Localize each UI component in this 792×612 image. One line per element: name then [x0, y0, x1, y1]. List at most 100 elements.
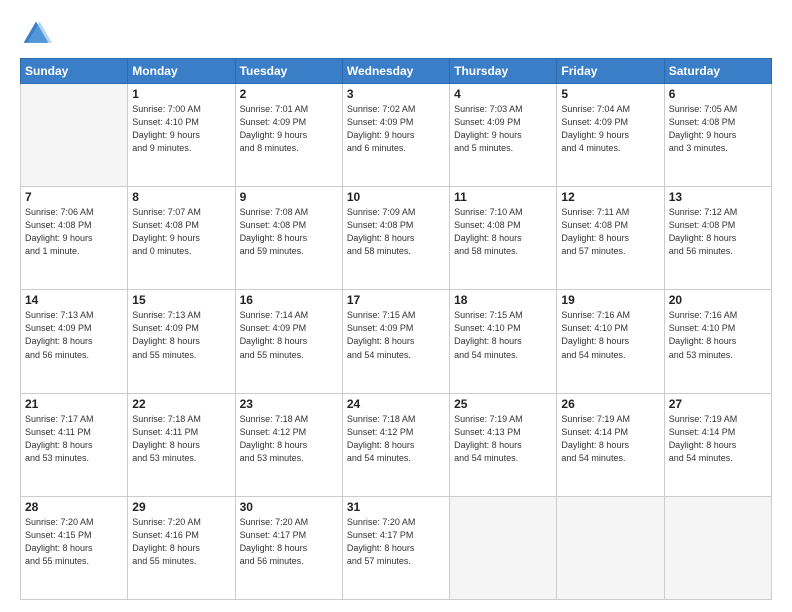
day-info: Sunrise: 7:08 AM Sunset: 4:08 PM Dayligh…	[240, 206, 338, 258]
day-cell: 15 Sunrise: 7:13 AM Sunset: 4:09 PM Dayli…	[128, 290, 235, 393]
day-cell: 6Sunrise: 7:05 AM Sunset: 4:08 PM Daylig…	[664, 84, 771, 187]
day-info: Sunrise: 7:15 AM Sunset: 4:09 PM Dayligh…	[347, 309, 445, 361]
day-cell: 24Sunrise: 7:18 AM Sunset: 4:12 PM Dayli…	[342, 393, 449, 496]
day-number: 2	[240, 87, 338, 101]
day-info: Sunrise: 7:20 AM Sunset: 4:17 PM Dayligh…	[347, 516, 445, 568]
day-cell: 19 Sunrise: 7:16 AM Sunset: 4:10 PM Dayli…	[557, 290, 664, 393]
day-cell: 31 Sunrise: 7:20 AM Sunset: 4:17 PM Dayli…	[342, 496, 449, 599]
day-cell: 5 Sunrise: 7:04 AM Sunset: 4:09 PM Daylig…	[557, 84, 664, 187]
day-info: Sunrise: 7:15 AM Sunset: 4:10 PM Dayligh…	[454, 309, 552, 361]
day-info: Sunrise: 7:20 AM Sunset: 4:17 PM Dayligh…	[240, 516, 338, 568]
day-cell: 10 Sunrise: 7:09 AM Sunset: 4:08 PM Dayli…	[342, 187, 449, 290]
weekday-header-row: SundayMondayTuesdayWednesdayThursdayFrid…	[21, 59, 772, 84]
day-info: Sunrise: 7:13 AM Sunset: 4:09 PM Dayligh…	[132, 309, 230, 361]
week-row-2: 7 Sunrise: 7:06 AM Sunset: 4:08 PM Daylig…	[21, 187, 772, 290]
day-cell: 2 Sunrise: 7:01 AM Sunset: 4:09 PM Daylig…	[235, 84, 342, 187]
day-number: 8	[132, 190, 230, 204]
day-number: 16	[240, 293, 338, 307]
day-number: 29	[132, 500, 230, 514]
day-number: 26	[561, 397, 659, 411]
day-cell: 27Sunrise: 7:19 AM Sunset: 4:14 PM Dayli…	[664, 393, 771, 496]
day-cell: 12Sunrise: 7:11 AM Sunset: 4:08 PM Dayli…	[557, 187, 664, 290]
day-number: 22	[132, 397, 230, 411]
day-number: 13	[669, 190, 767, 204]
day-info: Sunrise: 7:07 AM Sunset: 4:08 PM Dayligh…	[132, 206, 230, 258]
week-row-4: 21 Sunrise: 7:17 AM Sunset: 4:11 PM Dayli…	[21, 393, 772, 496]
day-cell: 1Sunrise: 7:00 AM Sunset: 4:10 PM Daylig…	[128, 84, 235, 187]
day-cell: 25 Sunrise: 7:19 AM Sunset: 4:13 PM Dayli…	[450, 393, 557, 496]
day-cell: 14Sunrise: 7:13 AM Sunset: 4:09 PM Dayli…	[21, 290, 128, 393]
day-cell: 4 Sunrise: 7:03 AM Sunset: 4:09 PM Daylig…	[450, 84, 557, 187]
day-info: Sunrise: 7:04 AM Sunset: 4:09 PM Dayligh…	[561, 103, 659, 155]
day-info: Sunrise: 7:18 AM Sunset: 4:12 PM Dayligh…	[240, 413, 338, 465]
day-number: 7	[25, 190, 123, 204]
day-number: 17	[347, 293, 445, 307]
day-number: 3	[347, 87, 445, 101]
day-cell	[557, 496, 664, 599]
day-info: Sunrise: 7:19 AM Sunset: 4:14 PM Dayligh…	[561, 413, 659, 465]
week-row-3: 14 Sunrise: 7:13 AM Sunset: 4:09 PM Dayli…	[21, 290, 772, 393]
weekday-header-saturday: Saturday	[664, 59, 771, 84]
day-cell	[664, 496, 771, 599]
day-info: Sunrise: 7:02 AM Sunset: 4:09 PM Dayligh…	[347, 103, 445, 155]
day-info: Sunrise: 7:12 AM Sunset: 4:08 PM Dayligh…	[669, 206, 767, 258]
day-cell: 22 Sunrise: 7:18 AM Sunset: 4:11 PM Dayli…	[128, 393, 235, 496]
day-number: 23	[240, 397, 338, 411]
logo-icon	[20, 18, 52, 50]
day-number: 18	[454, 293, 552, 307]
day-cell: 16 Sunrise: 7:14 AM Sunset: 4:09 PM Dayli…	[235, 290, 342, 393]
day-number: 5	[561, 87, 659, 101]
day-info: Sunrise: 7:14 AM Sunset: 4:09 PM Dayligh…	[240, 309, 338, 361]
day-cell: 13 Sunrise: 7:12 AM Sunset: 4:08 PM Dayli…	[664, 187, 771, 290]
day-info: Sunrise: 7:01 AM Sunset: 4:09 PM Dayligh…	[240, 103, 338, 155]
day-number: 14	[25, 293, 123, 307]
header	[20, 18, 772, 50]
day-info: Sunrise: 7:10 AM Sunset: 4:08 PM Dayligh…	[454, 206, 552, 258]
day-info: Sunrise: 7:17 AM Sunset: 4:11 PM Dayligh…	[25, 413, 123, 465]
day-info: Sunrise: 7:18 AM Sunset: 4:12 PM Dayligh…	[347, 413, 445, 465]
weekday-header-tuesday: Tuesday	[235, 59, 342, 84]
day-cell: 20Sunrise: 7:16 AM Sunset: 4:10 PM Dayli…	[664, 290, 771, 393]
day-number: 25	[454, 397, 552, 411]
day-cell: 7 Sunrise: 7:06 AM Sunset: 4:08 PM Daylig…	[21, 187, 128, 290]
day-info: Sunrise: 7:09 AM Sunset: 4:08 PM Dayligh…	[347, 206, 445, 258]
weekday-header-friday: Friday	[557, 59, 664, 84]
day-cell	[450, 496, 557, 599]
day-number: 21	[25, 397, 123, 411]
day-cell: 3 Sunrise: 7:02 AM Sunset: 4:09 PM Daylig…	[342, 84, 449, 187]
day-info: Sunrise: 7:19 AM Sunset: 4:13 PM Dayligh…	[454, 413, 552, 465]
day-cell: 9 Sunrise: 7:08 AM Sunset: 4:08 PM Daylig…	[235, 187, 342, 290]
day-info: Sunrise: 7:20 AM Sunset: 4:16 PM Dayligh…	[132, 516, 230, 568]
day-number: 11	[454, 190, 552, 204]
day-number: 28	[25, 500, 123, 514]
day-cell: 30Sunrise: 7:20 AM Sunset: 4:17 PM Dayli…	[235, 496, 342, 599]
weekday-header-monday: Monday	[128, 59, 235, 84]
day-info: Sunrise: 7:16 AM Sunset: 4:10 PM Dayligh…	[669, 309, 767, 361]
day-info: Sunrise: 7:16 AM Sunset: 4:10 PM Dayligh…	[561, 309, 659, 361]
day-info: Sunrise: 7:11 AM Sunset: 4:08 PM Dayligh…	[561, 206, 659, 258]
day-number: 4	[454, 87, 552, 101]
day-info: Sunrise: 7:20 AM Sunset: 4:15 PM Dayligh…	[25, 516, 123, 568]
week-row-1: 1Sunrise: 7:00 AM Sunset: 4:10 PM Daylig…	[21, 84, 772, 187]
day-number: 31	[347, 500, 445, 514]
day-cell: 17 Sunrise: 7:15 AM Sunset: 4:09 PM Dayli…	[342, 290, 449, 393]
day-info: Sunrise: 7:06 AM Sunset: 4:08 PM Dayligh…	[25, 206, 123, 258]
day-info: Sunrise: 7:18 AM Sunset: 4:11 PM Dayligh…	[132, 413, 230, 465]
day-number: 19	[561, 293, 659, 307]
week-row-5: 28 Sunrise: 7:20 AM Sunset: 4:15 PM Dayli…	[21, 496, 772, 599]
day-cell: 26 Sunrise: 7:19 AM Sunset: 4:14 PM Dayli…	[557, 393, 664, 496]
day-info: Sunrise: 7:03 AM Sunset: 4:09 PM Dayligh…	[454, 103, 552, 155]
day-number: 1	[132, 87, 230, 101]
day-number: 15	[132, 293, 230, 307]
day-cell: 18 Sunrise: 7:15 AM Sunset: 4:10 PM Dayli…	[450, 290, 557, 393]
logo	[20, 18, 56, 50]
day-number: 9	[240, 190, 338, 204]
day-number: 10	[347, 190, 445, 204]
day-number: 27	[669, 397, 767, 411]
weekday-header-wednesday: Wednesday	[342, 59, 449, 84]
day-number: 6	[669, 87, 767, 101]
day-cell: 8 Sunrise: 7:07 AM Sunset: 4:08 PM Daylig…	[128, 187, 235, 290]
day-cell: 11 Sunrise: 7:10 AM Sunset: 4:08 PM Dayli…	[450, 187, 557, 290]
day-cell	[21, 84, 128, 187]
day-cell: 21 Sunrise: 7:17 AM Sunset: 4:11 PM Dayli…	[21, 393, 128, 496]
